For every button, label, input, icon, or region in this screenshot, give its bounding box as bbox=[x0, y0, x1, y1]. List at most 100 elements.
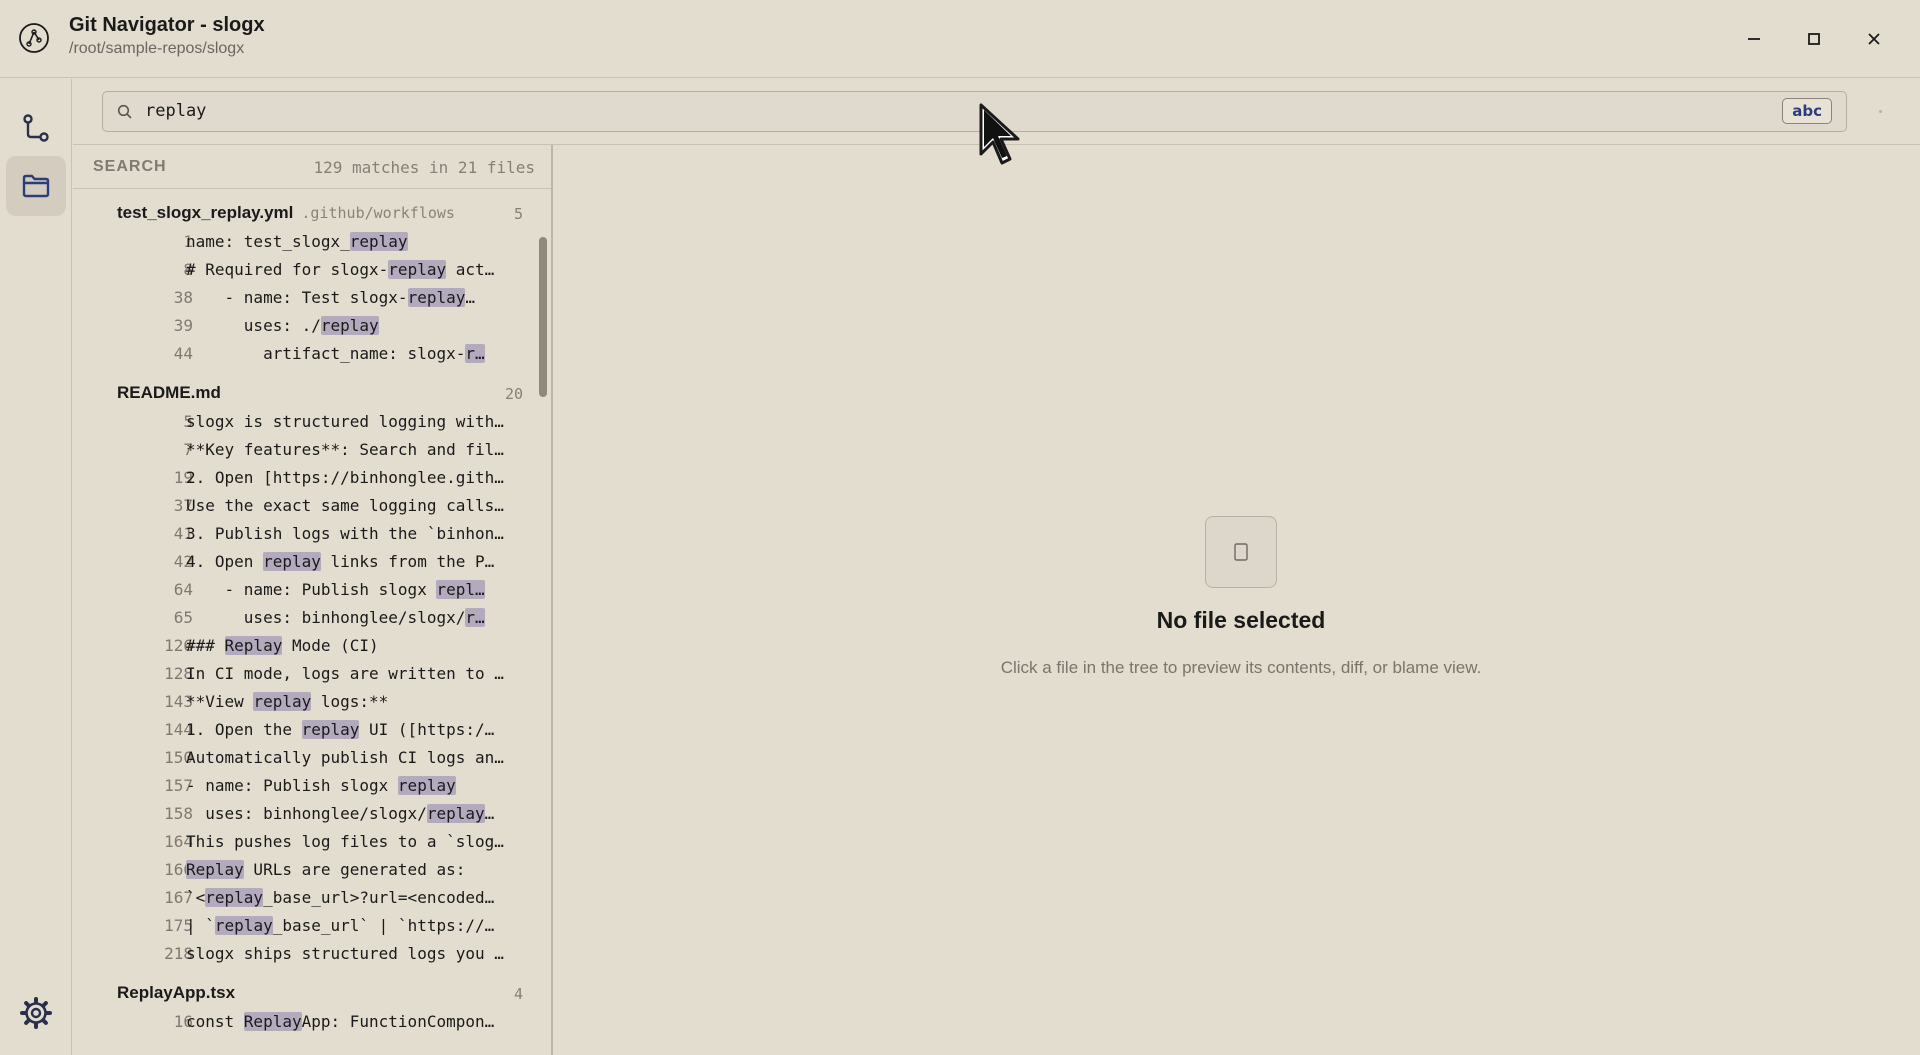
match-row[interactable]: 8 # Required for slogx-replay act… bbox=[73, 255, 533, 283]
match-text-post: act… bbox=[446, 260, 495, 279]
match-row[interactable]: 65 uses: binhonglee/slogx/r… bbox=[73, 603, 533, 631]
match-text: uses: binhonglee/slogx/r… bbox=[186, 608, 518, 627]
match-text-pre: # Required for slogx- bbox=[186, 260, 389, 279]
activity-rail bbox=[0, 79, 72, 1055]
match-text: | `replay_base_url` | `https://… bbox=[186, 916, 518, 935]
window-title: Git Navigator - slogx bbox=[69, 14, 265, 36]
match-text: **View replay logs:** bbox=[186, 692, 518, 711]
match-text-pre: slogx ships structured logs you … bbox=[186, 944, 504, 963]
match-text: - name: Publish slogx replay bbox=[186, 776, 518, 795]
match-text-post: … bbox=[465, 288, 475, 307]
file-name: README.md bbox=[117, 383, 221, 403]
file-directory: .github/workflows bbox=[301, 204, 455, 222]
file-match-count: 4 bbox=[513, 985, 523, 1003]
minimize-icon bbox=[1748, 38, 1760, 40]
match-row[interactable]: 41 3. Publish logs with the `binhon… bbox=[73, 519, 533, 547]
match-row[interactable]: 38 - name: Test slogx-replay… bbox=[73, 283, 533, 311]
results-summary: 129 matches in 21 files bbox=[313, 158, 535, 177]
match-text-pre: Automatically publish CI logs an… bbox=[186, 748, 504, 767]
match-row[interactable]: 1 name: test_slogx_replay bbox=[73, 227, 533, 255]
match-row[interactable]: 64 - name: Publish slogx repl… bbox=[73, 575, 533, 603]
title-bar: Git Navigator - slogx /root/sample-repos… bbox=[0, 0, 1920, 78]
minimize-button[interactable] bbox=[1735, 20, 1773, 58]
match-text-pre: ### bbox=[186, 636, 225, 655]
match-row[interactable]: 164 This pushes log files to a `slog… bbox=[73, 827, 533, 855]
match-highlight: replay bbox=[205, 888, 264, 907]
match-text: Replay URLs are generated as: bbox=[186, 860, 518, 879]
match-text: artifact_name: slogx-r… bbox=[186, 344, 518, 363]
search-input[interactable] bbox=[145, 92, 1745, 131]
match-row[interactable]: 158 uses: binhonglee/slogx/replay… bbox=[73, 799, 533, 827]
results-header: SEARCH 129 matches in 21 files bbox=[73, 145, 551, 189]
match-row[interactable]: 42 4. Open replay links from the P… bbox=[73, 547, 533, 575]
match-row[interactable]: 175 | `replay_base_url` | `https://… bbox=[73, 911, 533, 939]
match-highlight: Replay bbox=[186, 860, 244, 879]
match-row[interactable]: 167 `<replay_base_url>?url=<encoded… bbox=[73, 883, 533, 911]
file-group: README.md 20 5 slogx is structured logging … bbox=[73, 375, 533, 967]
match-text: slogx is structured logging with… bbox=[186, 412, 518, 431]
match-highlight: Replay bbox=[243, 1012, 302, 1031]
match-text-post: logs:** bbox=[311, 692, 389, 711]
file-header[interactable]: test_slogx_replay.yml .github/workflows 5 bbox=[73, 195, 533, 227]
match-row[interactable]: 39 uses: ./replay bbox=[73, 311, 533, 339]
match-text: 2. Open [https://binhonglee.gith… bbox=[186, 468, 518, 487]
match-highlight: replay bbox=[407, 288, 466, 307]
search-row: abc bbox=[73, 79, 1920, 145]
match-row[interactable]: 157- name: Publish slogx replay bbox=[73, 771, 533, 799]
empty-state-subtitle: Click a file in the tree to preview its … bbox=[1000, 658, 1482, 677]
match-text-post: links from the P… bbox=[320, 552, 495, 571]
file-header[interactable]: README.md 20 bbox=[73, 375, 533, 407]
match-row[interactable]: 7 **Key features**: Search and fil… bbox=[73, 435, 533, 463]
match-row[interactable]: 150 Automatically publish CI logs an… bbox=[73, 743, 533, 771]
match-case-toggle[interactable]: abc bbox=[1782, 98, 1832, 124]
match-text-pre: In CI mode, logs are written to … bbox=[186, 664, 504, 683]
match-highlight: repl… bbox=[436, 580, 485, 599]
match-text-pre: 3. Publish logs with the `binhon… bbox=[186, 524, 504, 543]
title-block: Git Navigator - slogx /root/sample-repos… bbox=[69, 13, 265, 58]
match-row[interactable]: 143 **View replay logs:** bbox=[73, 687, 533, 715]
match-text: `<replay_base_url>?url=<encoded… bbox=[186, 888, 518, 907]
match-highlight: replay bbox=[263, 552, 321, 571]
match-text-pre: uses: binhonglee/slogx/ bbox=[186, 608, 466, 627]
match-row[interactable]: 166 Replay URLs are generated as: bbox=[73, 855, 533, 883]
match-text: # Required for slogx-replay act… bbox=[186, 260, 518, 279]
gear-icon bbox=[20, 997, 52, 1029]
results-scrollbar[interactable] bbox=[539, 237, 547, 397]
match-text-post: … bbox=[484, 804, 495, 823]
results-list[interactable]: test_slogx_replay.yml .github/workflows 5 1… bbox=[73, 189, 551, 1055]
preview-pane: No file selected Click a file in the tre… bbox=[555, 146, 1920, 1055]
search-icon bbox=[117, 104, 132, 119]
match-highlight: replay bbox=[253, 692, 312, 711]
match-row[interactable]: 218 slogx ships structured logs you … bbox=[73, 939, 533, 967]
empty-state-title: No file selected bbox=[1156, 607, 1326, 633]
search-box: abc bbox=[102, 91, 1847, 132]
match-text-pre: | ` bbox=[186, 916, 215, 935]
match-row[interactable]: 144 1. Open the replay UI ([https:/… bbox=[73, 715, 533, 743]
close-icon bbox=[1868, 33, 1880, 45]
match-row[interactable]: 37 Use the exact same logging calls… bbox=[73, 491, 533, 519]
match-highlight: r… bbox=[465, 608, 485, 627]
match-row[interactable]: 126 ### Replay Mode (CI) bbox=[73, 631, 533, 659]
match-text-pre: uses: ./ bbox=[186, 316, 321, 335]
match-row[interactable]: 128 In CI mode, logs are written to … bbox=[73, 659, 533, 687]
match-text: ### Replay Mode (CI) bbox=[186, 636, 518, 655]
match-row[interactable]: 19 2. Open [https://binhonglee.gith… bbox=[73, 463, 533, 491]
settings-button[interactable] bbox=[6, 983, 66, 1043]
file-name: test_slogx_replay.yml .github/workflows bbox=[117, 203, 455, 223]
match-text-pre: - name: Publish slogx bbox=[186, 776, 398, 795]
file-match-count: 5 bbox=[513, 205, 523, 223]
file-header[interactable]: ReplayApp.tsx 4 bbox=[73, 975, 533, 1007]
match-text: slogx ships structured logs you … bbox=[186, 944, 518, 963]
rail-item-files[interactable] bbox=[6, 156, 66, 216]
match-row[interactable]: 16 const ReplayApp: FunctionCompon… bbox=[73, 1007, 533, 1035]
rail-item-git[interactable] bbox=[6, 99, 66, 159]
maximize-button[interactable] bbox=[1795, 20, 1833, 58]
match-text-post: Mode (CI) bbox=[282, 636, 379, 655]
match-text: - name: Publish slogx repl… bbox=[186, 580, 518, 599]
results-title: SEARCH bbox=[93, 158, 167, 175]
file-name-label: README.md bbox=[117, 383, 221, 402]
match-row[interactable]: 5 slogx is structured logging with… bbox=[73, 407, 533, 435]
match-text-pre: name: test_slogx_ bbox=[186, 232, 350, 251]
match-row[interactable]: 44 artifact_name: slogx-r… bbox=[73, 339, 533, 367]
close-button[interactable] bbox=[1855, 20, 1893, 58]
